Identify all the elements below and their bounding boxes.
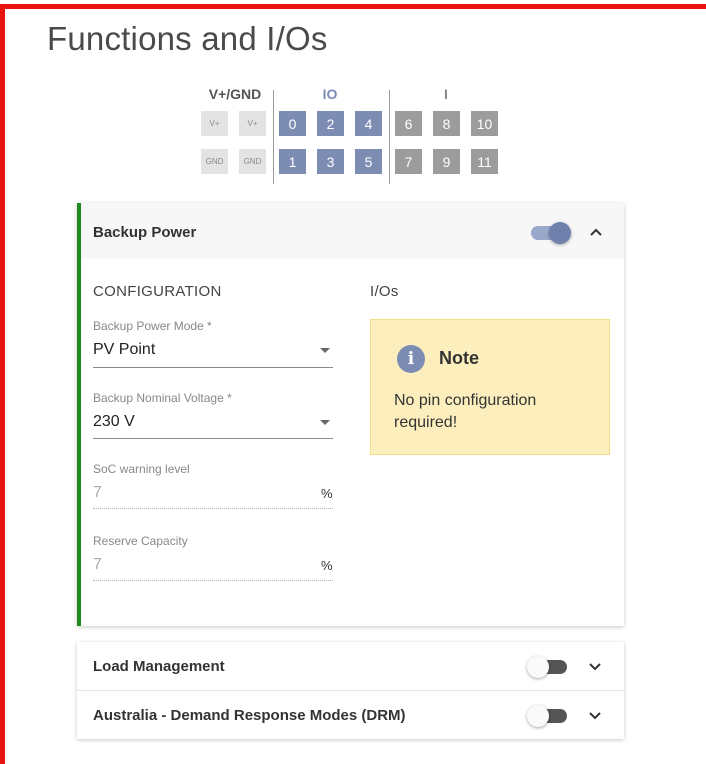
field-underline — [93, 580, 333, 581]
field-underline — [93, 508, 333, 509]
pin-input-9[interactable]: 9 — [433, 149, 460, 174]
info-icon: i — [397, 345, 425, 373]
drm-title: Australia - Demand Response Modes (DRM) — [93, 707, 406, 724]
drm-header[interactable]: Australia - Demand Response Modes (DRM) — [77, 690, 624, 738]
pin-group-divider — [389, 90, 390, 184]
note-box: i Note No pin configuration required! — [370, 319, 610, 455]
note-title: Note — [439, 348, 479, 368]
pin-group-power-label: V+/GND — [208, 86, 262, 102]
backup-power-toggle[interactable] — [531, 222, 571, 244]
pin-io-1[interactable]: 1 — [279, 149, 306, 174]
drm-toggle[interactable] — [527, 705, 567, 727]
collapsed-panels: Load Management Australia - Demand Respo… — [77, 642, 624, 739]
pin-gnd[interactable]: GND — [201, 149, 228, 174]
pin-gnd[interactable]: GND — [239, 149, 266, 174]
load-management-toggle[interactable] — [527, 656, 567, 678]
reserve-capacity-input[interactable]: 7 — [93, 556, 102, 574]
dropdown-arrow-icon[interactable] — [320, 420, 330, 425]
pin-input-7[interactable]: 7 — [395, 149, 422, 174]
pin-v-plus[interactable]: V+ — [201, 111, 228, 136]
backup-power-header[interactable]: Backup Power — [81, 203, 624, 259]
pin-io-4[interactable]: 4 — [355, 111, 382, 136]
note-text: No pin configuration required! — [394, 392, 537, 431]
pin-input-6[interactable]: 6 — [395, 111, 422, 136]
pin-input-8[interactable]: 8 — [433, 111, 460, 136]
chevron-up-icon[interactable] — [587, 224, 605, 242]
toggle-knob — [527, 656, 549, 678]
backup-nominal-voltage-select[interactable]: 230 V — [93, 413, 135, 431]
pin-input-11[interactable]: 11 — [471, 149, 498, 174]
soc-warning-label: SoC warning level — [93, 462, 190, 476]
soc-warning-unit: % — [321, 486, 333, 501]
load-management-header[interactable]: Load Management — [77, 642, 624, 690]
toggle-knob — [527, 705, 549, 727]
pin-io-0[interactable]: 0 — [279, 111, 306, 136]
chevron-down-icon[interactable] — [586, 706, 604, 724]
field-underline — [93, 438, 333, 439]
page-title: Functions and I/Os — [47, 20, 328, 57]
pin-group-divider — [273, 90, 274, 184]
pin-io-3[interactable]: 3 — [317, 149, 344, 174]
backup-power-panel: Backup Power CONFIGURATION I/Os Backup P… — [77, 203, 624, 626]
soc-warning-input[interactable]: 7 — [93, 484, 102, 502]
pin-group-input-label: I — [444, 86, 448, 102]
backup-nominal-voltage-label: Backup Nominal Voltage * — [93, 391, 232, 405]
reserve-capacity-unit: % — [321, 558, 333, 573]
chevron-down-icon[interactable] — [586, 657, 604, 675]
pin-io-2[interactable]: 2 — [317, 111, 344, 136]
pin-input-10[interactable]: 10 — [471, 111, 498, 136]
pin-group-io-label: IO — [322, 86, 338, 102]
backup-power-mode-label: Backup Power Mode * — [93, 319, 212, 333]
ios-heading: I/Os — [370, 283, 399, 300]
toggle-knob — [549, 222, 571, 244]
configuration-heading: CONFIGURATION — [93, 283, 222, 300]
backup-power-mode-select[interactable]: PV Point — [93, 341, 155, 359]
backup-power-title: Backup Power — [93, 224, 197, 241]
reserve-capacity-label: Reserve Capacity — [93, 534, 188, 548]
pin-v-plus[interactable]: V+ — [239, 111, 266, 136]
dropdown-arrow-icon[interactable] — [320, 348, 330, 353]
load-management-title: Load Management — [93, 658, 225, 675]
pin-io-5[interactable]: 5 — [355, 149, 382, 174]
field-underline — [93, 367, 333, 368]
